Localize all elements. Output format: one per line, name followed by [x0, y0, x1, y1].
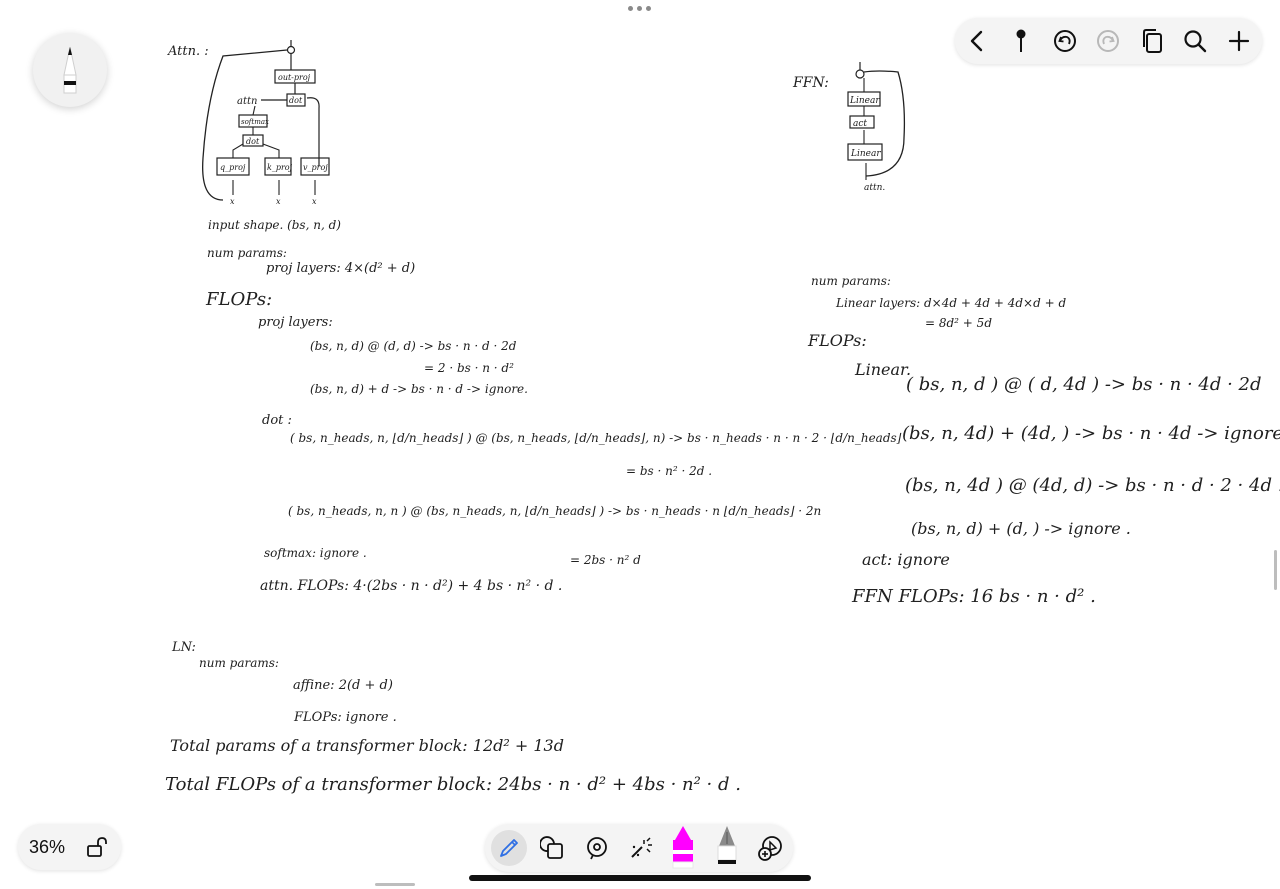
proj-eq-3: (bs, n, d) + d -> bs · n · d -> ignore. — [310, 382, 528, 396]
linear-eq-4: (bs, n, d) + (d, ) -> ignore . — [911, 519, 1131, 538]
flops-label: FLOPs: — [206, 289, 273, 310]
ffn-flops-label: FLOPs: — [808, 331, 867, 350]
linear-bottom-label: Linear — [850, 149, 881, 159]
pen-tool-button[interactable] — [491, 830, 527, 866]
x-input-2: x — [276, 197, 281, 206]
vertical-scrollbar[interactable] — [1274, 550, 1277, 590]
total-flops-line: Total FLOPs of a transformer block: 24bs… — [165, 774, 741, 795]
proj-eq-1: (bs, n, d) @ (d, d) -> bs · n · d · 2d — [310, 339, 517, 353]
search-button[interactable] — [1181, 27, 1209, 55]
fountain-pen-tool-button[interactable] — [709, 826, 745, 870]
proj-layers-label: proj layers: — [258, 315, 333, 330]
more-options-handle[interactable] — [628, 6, 651, 11]
pin-icon — [1016, 29, 1026, 52]
element-add-icon — [758, 836, 782, 861]
dot-eq-1: ( bs, n_heads, n, ⌊d/n_heads⌋ ) @ (bs, n… — [290, 431, 902, 445]
act-label: act — [853, 119, 867, 129]
lasso-tool-icon — [587, 837, 607, 860]
lasso-tool-button[interactable] — [579, 830, 615, 866]
pages-button[interactable] — [1138, 27, 1166, 55]
fountain-pen-icon — [717, 826, 737, 864]
v-proj-label: v_proj — [303, 163, 328, 172]
ffn-num-params-label: num params: — [811, 274, 891, 288]
total-params-line: Total params of a transformer block: 12d… — [170, 736, 564, 755]
ffn-add-node — [855, 69, 865, 79]
linear-eq-3: (bs, n, 4d ) @ (4d, d) -> bs · n · d · 2… — [905, 475, 1280, 496]
x-input-1: x — [230, 197, 235, 206]
ln-affine-line: affine: 2(d + d) — [293, 678, 393, 693]
add-button[interactable] — [1225, 27, 1253, 55]
dot-eq-4: = 2bs · n² d — [570, 553, 641, 567]
ffn-input-label: attn. — [864, 183, 885, 193]
shapes-tool-button[interactable] — [535, 830, 571, 866]
redo-button[interactable] — [1094, 27, 1122, 55]
highlighter-icon — [672, 826, 694, 869]
horizontal-scrollbar[interactable] — [375, 883, 415, 886]
laser-pointer-button[interactable] — [623, 830, 659, 866]
unlock-icon[interactable] — [86, 836, 108, 858]
element-add-tool-button[interactable] — [753, 830, 789, 866]
input-shape-line: input shape. (bs, n, d) — [208, 218, 341, 232]
shapes-tool-icon — [540, 836, 563, 859]
x-input-3: x — [312, 197, 317, 206]
q-proj-label: q_proj — [220, 163, 246, 172]
add-node — [286, 45, 296, 55]
chevron-left-icon — [970, 30, 983, 52]
pages-icon — [1143, 29, 1162, 53]
tool-palette — [485, 824, 793, 872]
ellipsis-icon — [628, 6, 633, 11]
dot-top-label: dot — [289, 96, 303, 105]
out-proj-label: out-proj — [278, 73, 311, 82]
attn-diagram: out-proj dot attn softmax dot q_proj k_p… — [202, 40, 330, 206]
pencil-icon — [63, 46, 77, 94]
dot-label: dot : — [262, 413, 292, 428]
home-indicator[interactable] — [469, 875, 811, 881]
softmax-line: softmax: ignore . — [264, 546, 367, 560]
proj-layers-params: proj layers: 4×(d² + d) — [266, 261, 416, 276]
undo-button[interactable] — [1051, 27, 1079, 55]
dot-eq-3: ( bs, n_heads, n, n ) @ (bs, n_heads, n,… — [288, 504, 822, 518]
ffn-flops-line: FFN FLOPs: 16 bs · n · d² . — [852, 586, 1096, 607]
linear-eq-2: (bs, n, 4d) + (4d, ) -> bs · n · 4d -> i… — [902, 423, 1280, 444]
highlighter-tool-button[interactable] — [665, 826, 701, 870]
act-line: act: ignore — [862, 550, 950, 569]
plus-icon — [1228, 30, 1250, 52]
zoom-control[interactable]: 36% — [18, 824, 121, 870]
linear-label: Linear. — [855, 360, 912, 379]
back-button[interactable] — [963, 27, 991, 55]
laser-pointer-icon — [631, 837, 652, 858]
search-icon — [1184, 30, 1207, 53]
linear-eq-1: ( bs, n, d ) @ ( d, 4d ) -> bs · n · 4d … — [906, 374, 1262, 395]
linear-top-label: Linear — [849, 96, 880, 106]
pen-tool-icon — [500, 839, 518, 857]
ln-num-params-label: num params: — [199, 656, 279, 670]
num-params-label: num params: — [207, 246, 287, 260]
ln-flops-line: FLOPs: ignore . — [294, 710, 397, 725]
k-proj-label: k_proj — [267, 163, 293, 172]
softmax-label: softmax — [241, 118, 269, 126]
redo-icon — [1097, 30, 1119, 52]
ln-title: LN: — [172, 640, 196, 655]
ffn-diagram: Linear act Linear attn. — [847, 62, 906, 193]
ffn-params-eq: = 8d² + 5d — [925, 316, 992, 330]
proj-eq-2: = 2 · bs · n · d² — [424, 361, 514, 375]
pencil-tool-puck[interactable] — [33, 33, 107, 107]
undo-icon — [1054, 30, 1076, 52]
dot-bottom-label: dot — [246, 137, 260, 146]
top-toolbar — [955, 18, 1262, 64]
ffn-linear-params: Linear layers: d×4d + 4d + 4d×d + d — [836, 296, 1067, 310]
zoom-level: 36% — [29, 837, 66, 857]
pin-button[interactable] — [1007, 27, 1035, 55]
attn-flops-line: attn. FLOPs: 4·(2bs · n · d²) + 4 bs · n… — [260, 578, 563, 594]
attn-arrow-label: attn — [237, 96, 257, 107]
ffn-title: FFN: — [793, 75, 829, 91]
dot-eq-2: = bs · n² · 2d . — [626, 464, 713, 478]
